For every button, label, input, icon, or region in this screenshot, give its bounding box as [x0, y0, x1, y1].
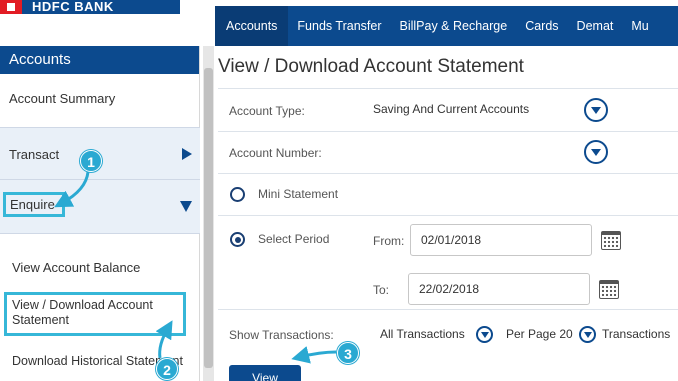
sidebar-item-enquire[interactable]: Enquire [0, 180, 200, 234]
callout-badge-1: 1 [80, 150, 102, 172]
account-number-row: Account Number: [218, 132, 678, 174]
mini-statement-row: Mini Statement [218, 174, 678, 216]
per-page-dropdown-icon[interactable] [579, 326, 596, 343]
mini-statement-radio[interactable] [230, 187, 245, 202]
from-date-input[interactable]: 02/01/2018 [410, 224, 592, 256]
callout-badge-2: 2 [156, 358, 178, 380]
account-type-dropdown-icon[interactable] [584, 98, 608, 122]
callout-badge-3: 3 [337, 342, 359, 364]
hdfc-logo-mark-icon [0, 0, 22, 14]
account-number-dropdown-icon[interactable] [584, 140, 608, 164]
sidebar-item-label: View Account Balance [12, 260, 141, 275]
sidebar-header: Accounts [0, 46, 199, 74]
account-type-row: Account Type: Saving And Current Account… [218, 88, 678, 132]
sidebar-item-label: Enquire [10, 197, 55, 212]
sidebar-item-label: Transact [9, 147, 60, 162]
scrollbar-thumb[interactable] [204, 68, 213, 368]
sidebar-item-account-summary[interactable]: Account Summary [0, 74, 200, 128]
highlight-box-enquire: Enquire [3, 192, 65, 217]
nav-funds-transfer[interactable]: Funds Transfer [288, 6, 390, 46]
show-transactions-value[interactable]: All Transactions [380, 327, 465, 341]
transactions-label: Transactions [602, 327, 671, 341]
nav-accounts[interactable]: Accounts [215, 6, 289, 46]
show-transactions-dropdown-icon[interactable] [476, 326, 493, 343]
hdfc-logo[interactable]: HDFC BANK [0, 0, 180, 14]
sidebar-scrollbar[interactable] [203, 46, 214, 381]
nav-cards[interactable]: Cards [516, 6, 567, 46]
sidebar-item-label: Account Summary [9, 91, 116, 106]
to-calendar-icon[interactable] [599, 280, 619, 299]
show-transactions-row: Show Transactions: All Transactions Per … [218, 310, 678, 360]
main-nav: Accounts Funds Transfer BillPay & Rechar… [215, 6, 678, 46]
nav-more[interactable]: Mu [622, 6, 657, 46]
sidebar-item-view-download-statement[interactable]: View / Download Account Statement [0, 292, 200, 338]
caret-down-icon [180, 201, 192, 212]
from-label: From: [373, 234, 405, 248]
account-type-label: Account Type: [229, 104, 305, 118]
to-label: To: [373, 283, 390, 297]
caret-right-icon [182, 148, 192, 160]
nav-demat[interactable]: Demat [568, 6, 623, 46]
select-period-radio[interactable] [230, 232, 245, 247]
show-transactions-label: Show Transactions: [229, 328, 334, 342]
sidebar-item-label: View / Download Account Statement [12, 298, 153, 327]
account-number-label: Account Number: [229, 146, 322, 160]
select-period-label: Select Period [258, 232, 330, 246]
view-button[interactable]: View [229, 365, 301, 381]
sidebar: Accounts Account Summary Transact Enquir… [0, 46, 200, 381]
page-title: View / Download Account Statement [218, 56, 524, 77]
account-type-value[interactable]: Saving And Current Accounts [373, 102, 529, 116]
to-date-input[interactable]: 22/02/2018 [408, 273, 590, 305]
per-page-value[interactable]: Per Page 20 [506, 327, 573, 341]
mini-statement-label: Mini Statement [258, 187, 339, 201]
sidebar-item-view-account-balance[interactable]: View Account Balance [0, 234, 200, 288]
from-calendar-icon[interactable] [601, 231, 621, 250]
nav-billpay-recharge[interactable]: BillPay & Recharge [391, 6, 517, 46]
highlight-box-statement: View / Download Account Statement [4, 292, 186, 336]
select-period-row: Select Period From: 02/01/2018 To: 22/02… [218, 216, 678, 310]
brand-name: HDFC BANK [32, 0, 114, 14]
top-bar: HDFC BANK Accounts Funds Transfer BillPa… [0, 0, 678, 46]
